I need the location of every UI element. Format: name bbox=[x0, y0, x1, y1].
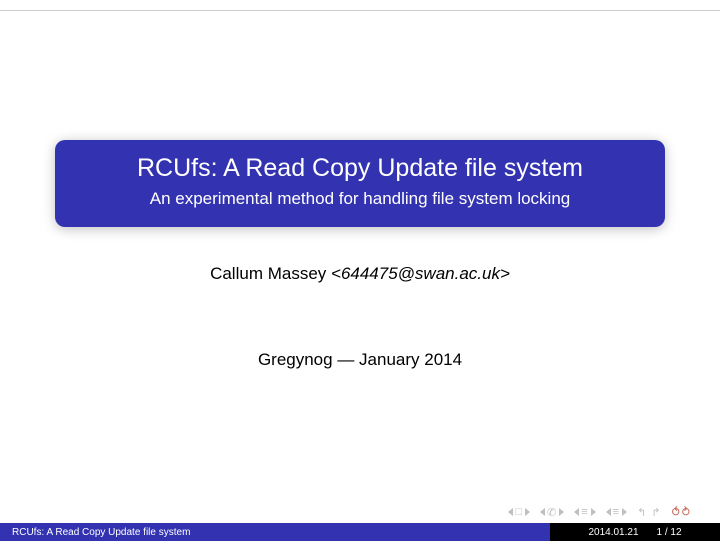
top-rule bbox=[0, 10, 720, 11]
footer-title: RCUfs: A Read Copy Update file system bbox=[0, 523, 550, 541]
author-line: Callum Massey <644475@swan.ac.uk> bbox=[0, 264, 720, 284]
nav-back-forward-icon[interactable]: ↰ ↱ bbox=[637, 506, 662, 519]
footer-date: 2014.01.21 bbox=[588, 527, 638, 538]
author-email: <644475@swan.ac.uk> bbox=[331, 264, 510, 283]
nav-undo-icon[interactable]: ⥀⥁ bbox=[672, 505, 692, 519]
title-block: RCUfs: A Read Copy Update file system An… bbox=[55, 140, 665, 227]
nav-section-icon[interactable]: ≡ bbox=[606, 506, 627, 518]
slide-title: RCUfs: A Read Copy Update file system bbox=[75, 154, 645, 183]
slide-subtitle: An experimental method for handling file… bbox=[75, 189, 645, 209]
nav-frame-icon[interactable]: ✆ bbox=[540, 506, 564, 519]
footer-right: 2014.01.21 1 / 12 bbox=[550, 523, 720, 541]
author-name: Callum Massey bbox=[210, 264, 326, 283]
footer-bar: RCUfs: A Read Copy Update file system 20… bbox=[0, 523, 720, 541]
venue-line: Gregynog — January 2014 bbox=[0, 350, 720, 370]
footer-page: 1 / 12 bbox=[657, 527, 682, 538]
nav-subsection-icon[interactable]: ≡ bbox=[574, 506, 595, 518]
beamer-nav-icons: □ ✆ ≡ ≡ ↰ ↱ ⥀⥁ bbox=[508, 505, 692, 519]
nav-slide-icon[interactable]: □ bbox=[508, 506, 530, 518]
